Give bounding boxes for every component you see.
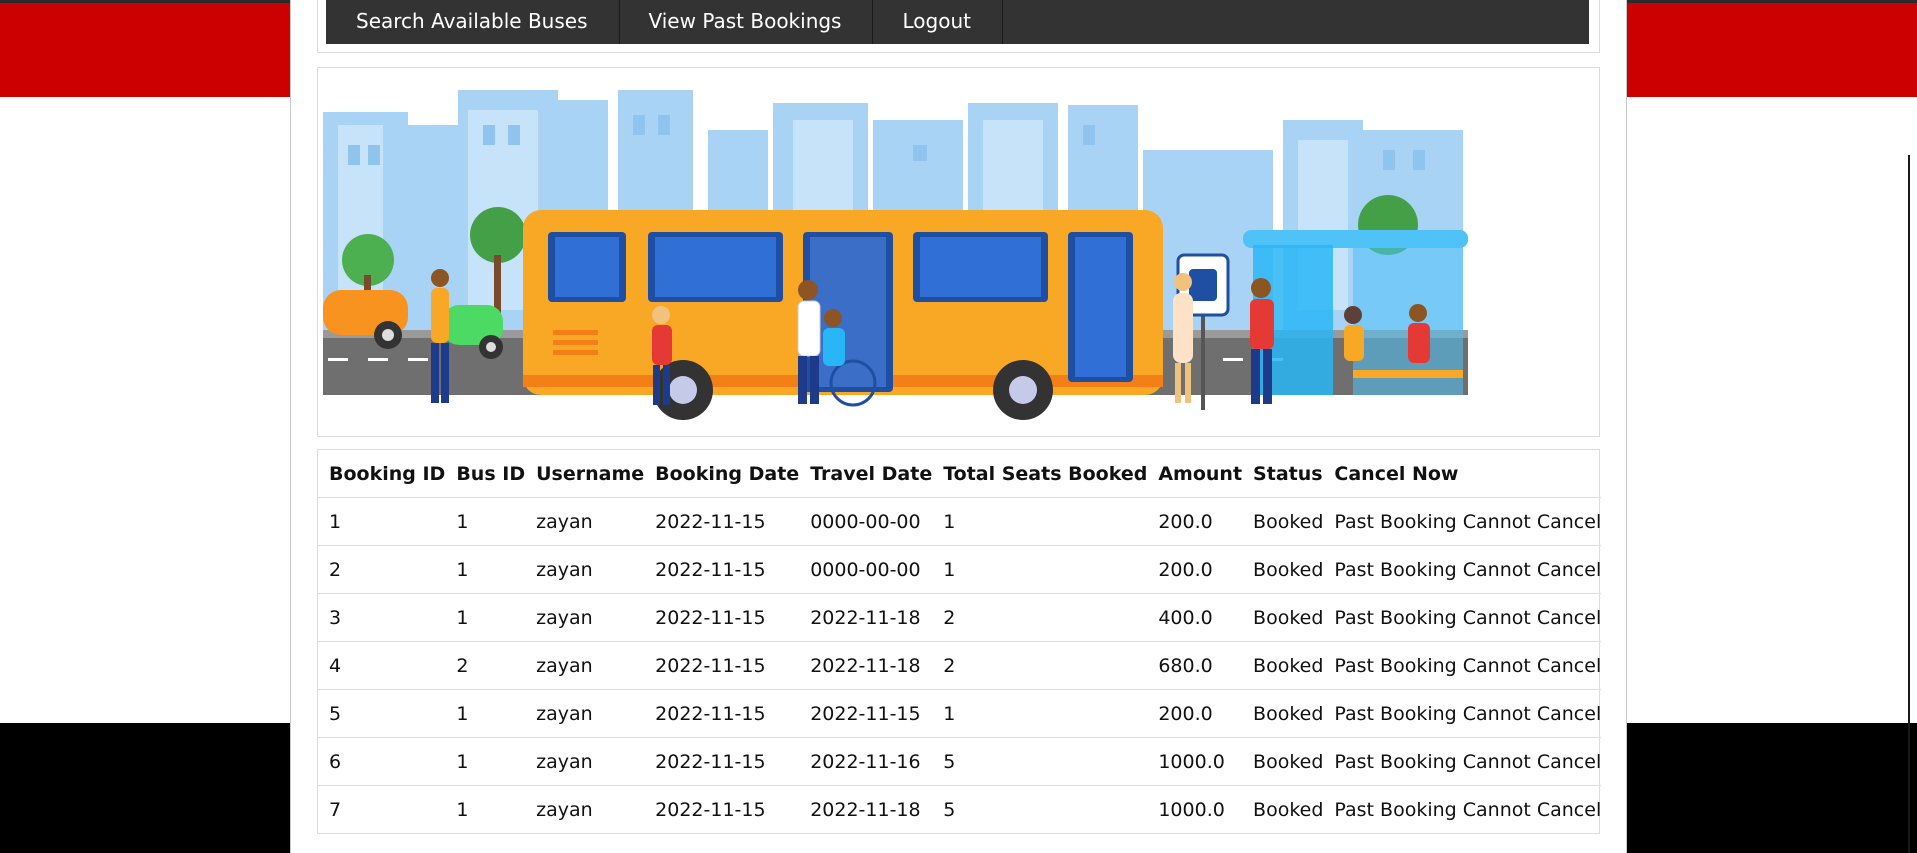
- cell-bus-id: 1: [456, 798, 469, 821]
- cell-status: Booked: [1242, 593, 1324, 642]
- cell-booking-id: 7: [329, 798, 342, 821]
- nav-past-bookings[interactable]: View Past Bookings: [620, 0, 874, 44]
- footer-band-left: [0, 723, 301, 853]
- cell-booking-date: 2022-11-15: [644, 497, 800, 546]
- header-total-seats: Total Seats Booked: [932, 450, 1148, 498]
- cell-username: zayan: [525, 545, 645, 594]
- table-row: 1 1 zayan 2022-11-15 0000-00-00 1 200.0 …: [318, 497, 1602, 546]
- page-container: Search Available Buses View Past Booking…: [290, 0, 1627, 853]
- header-cancel-now: Cancel Now: [1323, 450, 1602, 498]
- bus-stop-illustration: [323, 90, 1468, 423]
- bookings-table: Booking ID Bus ID Username Booking Date …: [318, 450, 1602, 834]
- cell-status: Booked: [1242, 689, 1324, 738]
- cell-username: zayan: [525, 593, 645, 642]
- cell-bus-id: 1: [445, 689, 526, 738]
- cell-username: zayan: [536, 798, 593, 821]
- cell-booking-date: 2022-11-15: [644, 737, 800, 786]
- cell-username: zayan: [525, 689, 645, 738]
- cell-total-seats: 2: [932, 593, 1148, 642]
- cell-status: Booked: [1253, 798, 1324, 821]
- cell-cancel-now: Past Booking Cannot Cancel: [1323, 737, 1602, 786]
- cell-cancel-now: Past Booking Cannot Cancel: [1334, 798, 1602, 821]
- header-band-right: [1615, 0, 1917, 97]
- cell-status: Booked: [1242, 641, 1324, 690]
- cell-travel-date: 2022-11-15: [799, 689, 933, 738]
- cell-booking-date: 2022-11-15: [644, 545, 800, 594]
- table-row: 3 1 zayan 2022-11-15 2022-11-18 2 400.0 …: [318, 593, 1602, 642]
- header-band-left: [0, 0, 301, 97]
- cell-total-seats: 1: [932, 545, 1148, 594]
- cell-booking-id: 6: [318, 737, 446, 786]
- banner-container: [317, 67, 1600, 437]
- cell-booking-id: 4: [318, 641, 446, 690]
- cell-booking-id: 3: [318, 593, 446, 642]
- table-header-row: Booking ID Bus ID Username Booking Date …: [318, 450, 1602, 498]
- cell-total-seats: 1: [932, 689, 1148, 738]
- table-row: 7 1 zayan 2022-11-15 2022-11-18 5 1000.0…: [318, 786, 1601, 834]
- cell-booking-date: 2022-11-15: [644, 593, 800, 642]
- cell-cancel-now: Past Booking Cannot Cancel: [1323, 689, 1602, 738]
- cell-booking-id: 2: [318, 545, 446, 594]
- cell-travel-date: 2022-11-18: [810, 798, 921, 821]
- cell-bus-id: 2: [445, 641, 526, 690]
- nav-logout[interactable]: Logout: [873, 0, 1003, 44]
- cell-status: Booked: [1242, 497, 1324, 546]
- cell-booking-date: 2022-11-15: [644, 689, 800, 738]
- cell-username: zayan: [525, 497, 645, 546]
- navbar: Search Available Buses View Past Booking…: [326, 0, 1589, 44]
- cell-total-seats: 2: [932, 641, 1148, 690]
- table-row: 6 1 zayan 2022-11-15 2022-11-16 5 1000.0…: [318, 737, 1602, 786]
- footer-band-right: [1615, 723, 1917, 853]
- cell-status: Booked: [1242, 545, 1324, 594]
- cell-username: zayan: [525, 641, 645, 690]
- cell-booking-id: 5: [318, 689, 446, 738]
- cell-bus-id: 1: [445, 497, 526, 546]
- cell-travel-date: 0000-00-00: [799, 545, 933, 594]
- cell-status: Booked: [1242, 737, 1324, 786]
- cell-bus-id: 1: [445, 545, 526, 594]
- cell-total-seats: 5: [943, 798, 956, 821]
- cell-travel-date: 0000-00-00: [799, 497, 933, 546]
- scrollbar[interactable]: [1908, 155, 1910, 853]
- nav-container: Search Available Buses View Past Booking…: [317, 0, 1600, 53]
- cell-amount: 200.0: [1147, 689, 1243, 738]
- header-booking-date: Booking Date: [644, 450, 800, 498]
- cell-booking-id: 1: [318, 497, 446, 546]
- cell-bus-id: 1: [445, 593, 526, 642]
- cell-amount: 200.0: [1147, 497, 1243, 546]
- cell-booking-date: 2022-11-15: [655, 798, 766, 821]
- cell-total-seats: 1: [932, 497, 1148, 546]
- cell-amount: 400.0: [1147, 593, 1243, 642]
- bookings-table-container: Booking ID Bus ID Username Booking Date …: [317, 449, 1602, 834]
- cell-cancel-now: Past Booking Cannot Cancel: [1323, 545, 1602, 594]
- table-row: 4 2 zayan 2022-11-15 2022-11-18 2 680.0 …: [318, 641, 1602, 690]
- cell-bus-id: 1: [445, 737, 526, 786]
- header-bus-id: Bus ID: [445, 450, 526, 498]
- cell-amount: 680.0: [1147, 641, 1243, 690]
- cell-total-seats: 5: [932, 737, 1148, 786]
- header-travel-date: Travel Date: [799, 450, 933, 498]
- cell-amount: 1000.0: [1158, 798, 1225, 821]
- header-status: Status: [1242, 450, 1324, 498]
- header-amount: Amount: [1147, 450, 1243, 498]
- header-username: Username: [525, 450, 645, 498]
- cell-travel-date: 2022-11-18: [799, 641, 933, 690]
- cell-amount: 1000.0: [1147, 737, 1243, 786]
- cell-travel-date: 2022-11-18: [799, 593, 933, 642]
- cell-cancel-now: Past Booking Cannot Cancel: [1323, 593, 1602, 642]
- nav-search-buses[interactable]: Search Available Buses: [326, 0, 620, 44]
- header-booking-id: Booking ID: [318, 450, 446, 498]
- cell-username: zayan: [525, 737, 645, 786]
- table-row: 2 1 zayan 2022-11-15 0000-00-00 1 200.0 …: [318, 545, 1602, 594]
- cell-booking-date: 2022-11-15: [644, 641, 800, 690]
- cell-travel-date: 2022-11-16: [799, 737, 933, 786]
- table-row: 5 1 zayan 2022-11-15 2022-11-15 1 200.0 …: [318, 689, 1602, 738]
- cell-amount: 200.0: [1147, 545, 1243, 594]
- cell-cancel-now: Past Booking Cannot Cancel: [1323, 497, 1602, 546]
- cell-cancel-now: Past Booking Cannot Cancel: [1323, 641, 1602, 690]
